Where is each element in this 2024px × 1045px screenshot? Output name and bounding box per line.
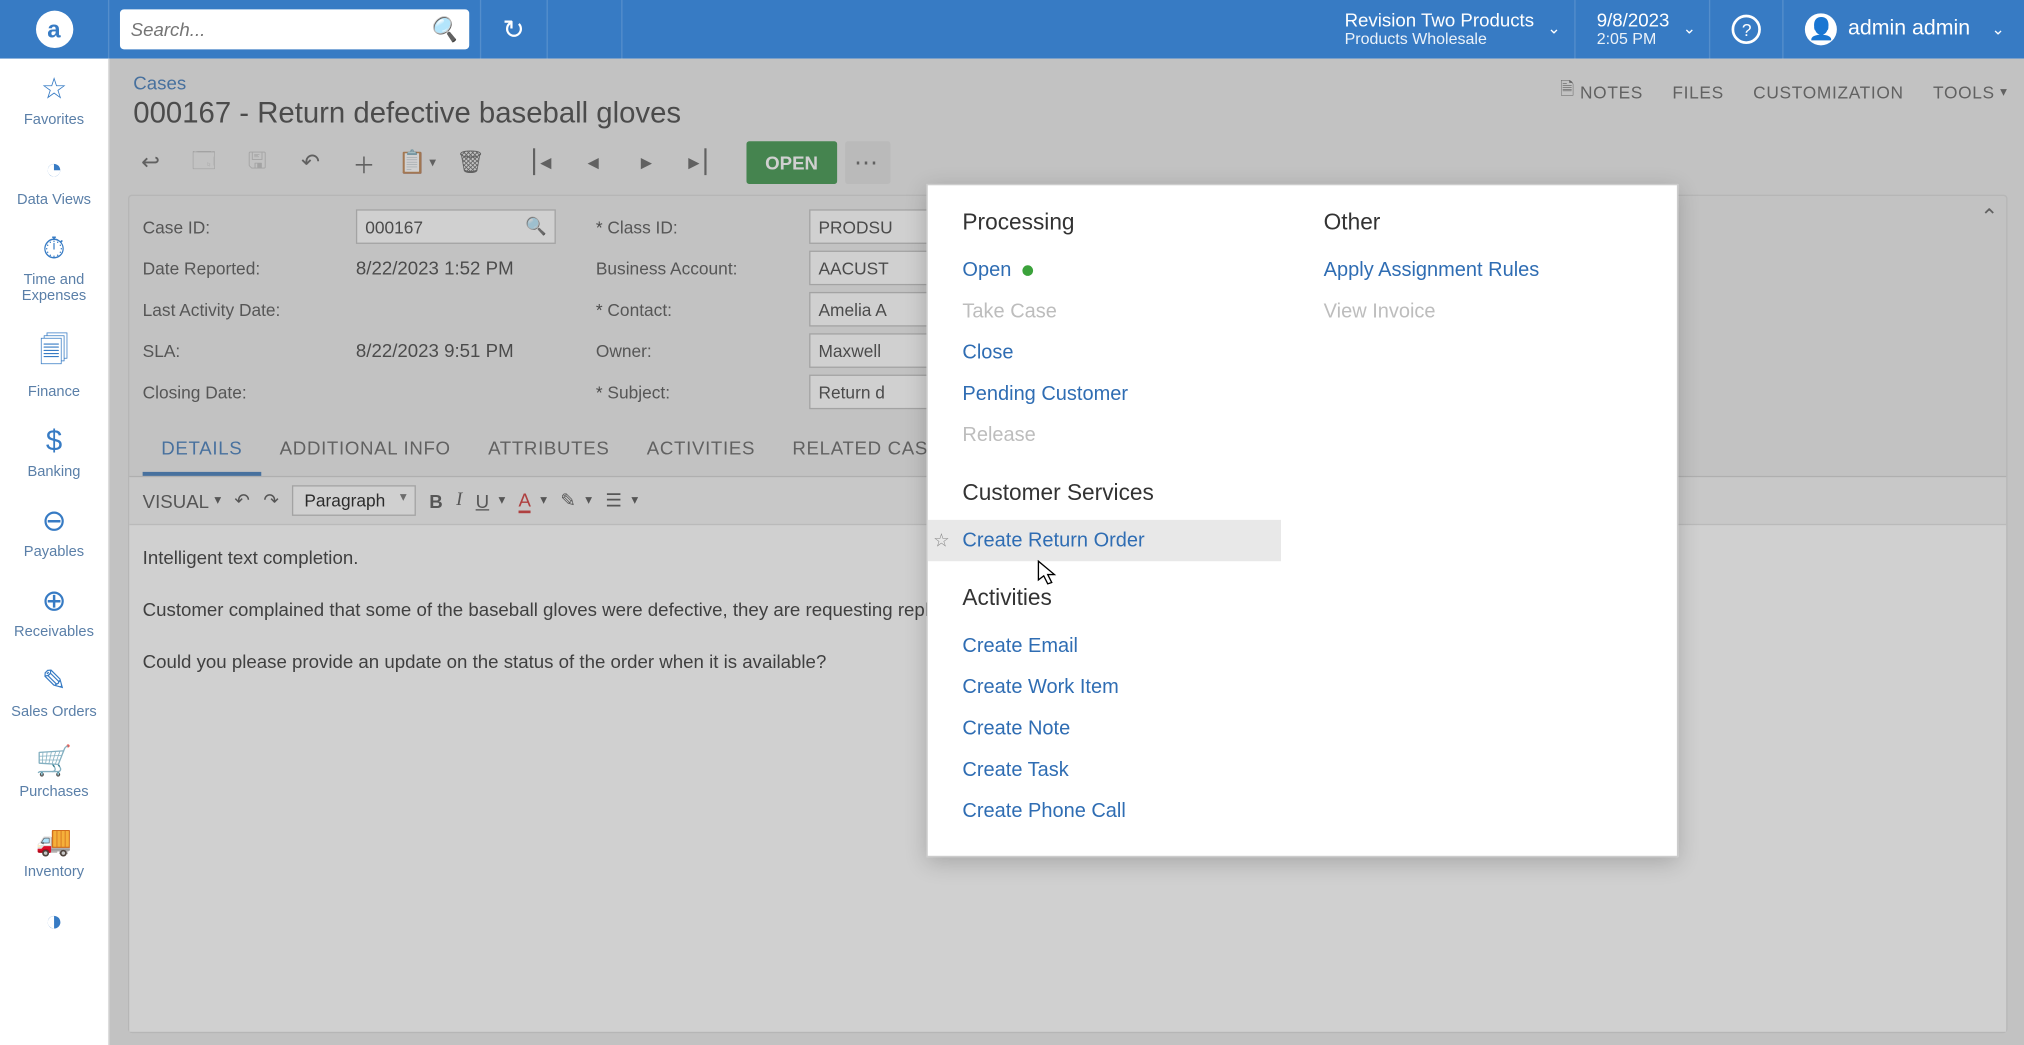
menu-label: Take Case [962,300,1056,323]
menu-create-phone-call[interactable]: Create Phone Call [962,790,1281,831]
star-icon: ☆ [41,72,67,107]
help-button[interactable]: ? [1711,0,1784,59]
menu-pending-customer[interactable]: Pending Customer [962,373,1281,414]
date-label: 9/8/2023 [1597,10,1670,31]
history-button[interactable]: ↻ [481,0,547,59]
rail-favorites[interactable]: ☆ Favorites [0,72,108,128]
app-logo[interactable]: a [0,0,109,59]
topbar-spacer [622,0,1323,59]
truck-icon: 🚚 [36,824,73,859]
menu-take-case: Take Case [962,291,1281,332]
menu-label: Create Email [962,635,1078,658]
status-dot-icon [1022,265,1033,276]
star-icon[interactable]: ☆ [933,529,950,552]
rail-time-expenses[interactable]: ⏱ Time and Expenses [0,232,108,304]
actions-menu: Processing Open Take Case Close Pending … [926,184,1678,857]
dollar-icon: $ [46,424,62,459]
calculator-icon: 🗐 [39,328,68,379]
left-rail: ☆ Favorites ◔ Data Views ⏱ Time and Expense… [0,59,109,1045]
rail-purchases[interactable]: 🛒 Purchases [0,744,108,800]
rail-label: Purchases [19,784,88,800]
stopwatch-icon: ⏱ [43,232,66,267]
rail-salesorders[interactable]: ✎ Sales Orders [0,664,108,720]
rail-label: Sales Orders [11,704,97,720]
pie-icon: ◔ [45,152,63,187]
logo-icon: a [35,11,72,48]
menu-heading-other: Other [1324,209,1643,236]
menu-heading-customer-services: Customer Services [962,480,1281,507]
menu-label: Create Task [962,758,1068,781]
company-name: Revision Two Products [1345,10,1534,31]
menu-heading-processing: Processing [962,209,1281,236]
menu-col-2: Other Apply Assignment Rules View Invoic… [1302,209,1663,832]
rail-label: Inventory [24,864,84,880]
menu-create-email[interactable]: Create Email [962,625,1281,666]
company-sub: Products Wholesale [1345,31,1487,49]
menu-create-return-order[interactable]: ☆ Create Return Order [928,520,1281,561]
menu-open[interactable]: Open [962,249,1281,290]
menu-label: Create Return Order [962,529,1144,552]
rail-inventory[interactable]: 🚚 Inventory [0,824,108,880]
menu-label: View Invoice [1324,300,1436,323]
menu-label: Close [962,341,1013,364]
rail-receivables[interactable]: ⊕ Receivables [0,584,108,640]
chevron-down-icon: ⌄ [1991,20,2004,39]
rail-dataviews[interactable]: ◔ Data Views [0,152,108,208]
rail-more[interactable]: ◑ [0,904,108,939]
menu-label: Open [962,259,1011,282]
help-icon: ? [1732,15,1761,44]
rail-banking[interactable]: $ Banking [0,424,108,480]
menu-heading-activities: Activities [962,585,1281,612]
rail-label: Time and Expenses [0,272,108,304]
gauge-icon: ◑ [45,904,63,939]
user-menu[interactable]: 👤 admin admin ⌄ [1784,0,2024,59]
menu-apply-assignment-rules[interactable]: Apply Assignment Rules [1324,249,1643,290]
menu-label: Apply Assignment Rules [1324,259,1540,282]
menu-view-invoice: View Invoice [1324,291,1643,332]
edit-icon: ✎ [42,664,67,699]
rail-label: Receivables [14,624,94,640]
menu-label: Release [962,424,1035,447]
rail-label: Favorites [24,112,84,128]
time-label: 2:05 PM [1597,31,1657,49]
rail-payables[interactable]: ⊖ Payables [0,504,108,560]
menu-create-task[interactable]: Create Task [962,749,1281,790]
rail-label: Payables [24,544,84,560]
menu-create-note[interactable]: Create Note [962,708,1281,749]
minus-circle-icon: ⊖ [42,504,67,539]
menu-close[interactable]: Close [962,332,1281,373]
menu-label: Pending Customer [962,383,1128,406]
chevron-down-icon: ⌄ [1683,21,1696,39]
rail-label: Data Views [17,192,91,208]
topbar-empty-cell [548,0,623,59]
business-date[interactable]: 9/8/2023 2:05 PM ⌄ [1575,0,1710,59]
menu-label: Create Phone Call [962,800,1125,823]
user-icon: 👤 [1805,13,1837,45]
plus-circle-icon: ⊕ [42,584,67,619]
chevron-down-icon: ⌄ [1547,21,1560,39]
menu-label: Create Note [962,717,1070,740]
search-icon[interactable]: 🔍 [429,15,459,43]
cart-icon: 🛒 [36,744,73,779]
rail-label: Banking [27,464,80,480]
company-switcher[interactable]: Revision Two Products Products Wholesale… [1323,0,1575,59]
menu-release: Release [962,415,1281,456]
rail-finance[interactable]: 🗐 Finance [0,328,108,400]
username-label: admin admin [1848,17,1970,41]
rail-label: Finance [28,384,80,400]
menu-create-work-item[interactable]: Create Work Item [962,667,1281,708]
search-box[interactable]: 🔍 [120,9,469,49]
history-icon: ↻ [503,13,525,46]
menu-col-1: Processing Open Take Case Close Pending … [941,209,1302,832]
search-wrap: 🔍 [109,0,481,59]
search-input[interactable] [131,19,459,40]
top-bar: a 🔍 ↻ Revision Two Products Products Who… [0,0,2024,59]
menu-label: Create Work Item [962,676,1118,699]
